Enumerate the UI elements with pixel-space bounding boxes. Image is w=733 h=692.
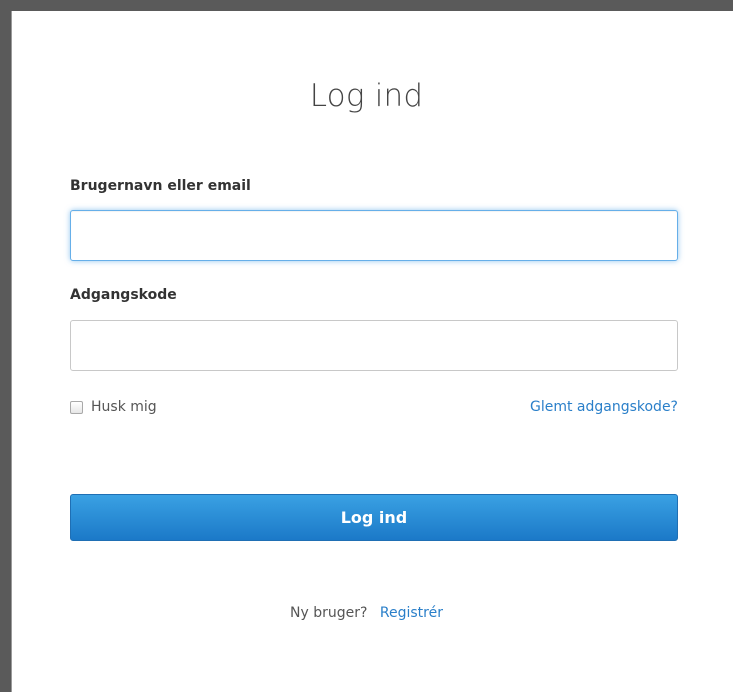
forgot-password-link[interactable]: Glemt adgangskode? — [530, 399, 678, 415]
username-input[interactable] — [70, 210, 678, 261]
remember-me-checkbox[interactable] — [70, 400, 83, 414]
remember-me-label: Husk mig — [91, 399, 157, 415]
window-top-border — [0, 0, 733, 11]
page-title: Log ind — [309, 78, 424, 114]
new-user-text: Ny bruger? — [290, 605, 368, 621]
register-link[interactable]: Registrér — [380, 605, 443, 621]
password-label: Adgangskode — [70, 287, 177, 303]
login-button[interactable]: Log ind — [70, 494, 678, 541]
password-input[interactable] — [70, 320, 678, 371]
remember-me: Husk mig — [70, 399, 157, 415]
register-row: Ny bruger? Registrér — [0, 605, 733, 621]
page-frame: Log ind Brugernavn eller email Adgangsko… — [0, 0, 733, 692]
username-label: Brugernavn eller email — [70, 178, 251, 194]
